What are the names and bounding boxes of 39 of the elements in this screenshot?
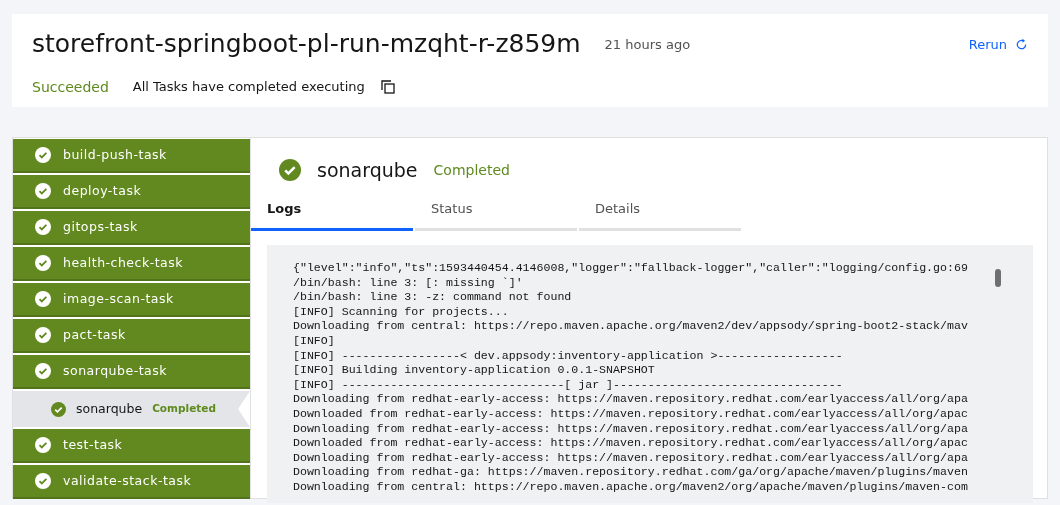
run-status: Succeeded: [32, 77, 109, 97]
scrollbar-thumb[interactable]: [995, 269, 1001, 287]
task-item[interactable]: validate-stack-task: [13, 465, 250, 499]
log-line: Downloading from central: https://repo.maven.apache.org/maven2/dev/appsody/spring-boot2-stack/mav: [293, 319, 968, 334]
log-line: /bin/bash: line 3: [: missing `]': [293, 275, 523, 291]
tab[interactable]: Details: [579, 192, 741, 231]
log-line: [INFO] --------------------------------[ jar ]---------------------------------: [293, 377, 843, 393]
log-line: Downloading from central: https://repo.maven.apache.org/maven2/org/apache/maven/plugins/maven-com: [293, 479, 968, 495]
log-line: [INFO] -----------------< dev.appsody:inventory-application >------------------: [293, 348, 843, 364]
run-time: 21 hours ago: [604, 35, 691, 54]
rerun-button[interactable]: Rerun: [968, 34, 1028, 54]
log-line: [INFO]: [293, 333, 335, 349]
task-item[interactable]: pact-task: [13, 319, 250, 353]
run-title: storefront-springboot-pl-run-mzqht-r-z859m: [32, 28, 581, 60]
task-item[interactable]: build-push-task: [13, 139, 250, 173]
log-line: Downloading from redhat-early-access: https://maven.repository.redhat.com/earlyaccess/all/org/apa: [293, 450, 968, 466]
tab[interactable]: Status: [415, 192, 577, 231]
log-line: [INFO] Building inventory-application 0.0.1-SNAPSHOT: [293, 363, 655, 378]
task-item[interactable]: deploy-task: [13, 175, 250, 209]
task-item[interactable]: sonarqube-task: [13, 355, 250, 389]
copy-icon[interactable]: [380, 80, 395, 94]
refresh-icon: [1015, 37, 1028, 51]
status-message: All Tasks have completed executing: [132, 78, 365, 97]
tab[interactable]: Logs: [251, 192, 413, 231]
task-item[interactable]: test-task: [13, 429, 250, 463]
task-item[interactable]: image-scan-task: [13, 283, 250, 317]
log-line: [INFO] Scanning for projects...: [293, 304, 509, 320]
log-line: {"level":"info","ts":1593440454.4146008,"logger":"fallback-logger","caller":"logging/config.go:69: [293, 261, 968, 276]
log-line: Downloading from redhat-early-access: https://maven.repository.redhat.com/earlyaccess/all/org/apa: [293, 421, 968, 437]
task-item[interactable]: gitops-task: [13, 211, 250, 245]
log-line: Downloading from redhat-ga: https://maven.repository.redhat.com/ga/org/apache/maven/plugins/maven: [293, 465, 968, 480]
log-line: /bin/bash: line 3: -z: command not found: [293, 290, 572, 305]
log-line: Downloaded from redhat-early-access: https://maven.repository.redhat.com/earlyaccess/all/org/apac: [293, 406, 968, 422]
task-item[interactable]: health-check-task: [13, 247, 250, 281]
log-line: Downloading from redhat-early-access: https://maven.repository.redhat.com/earlyaccess/all/org/apa: [293, 392, 968, 407]
task-status: Completed: [433, 160, 510, 180]
step-item[interactable]: sonarqube Completed: [13, 391, 250, 427]
log-line: Downloaded from redhat-early-access: https://maven.repository.redhat.com/earlyaccess/all/org/apac: [293, 436, 968, 451]
task-title: sonarqube: [317, 158, 418, 183]
